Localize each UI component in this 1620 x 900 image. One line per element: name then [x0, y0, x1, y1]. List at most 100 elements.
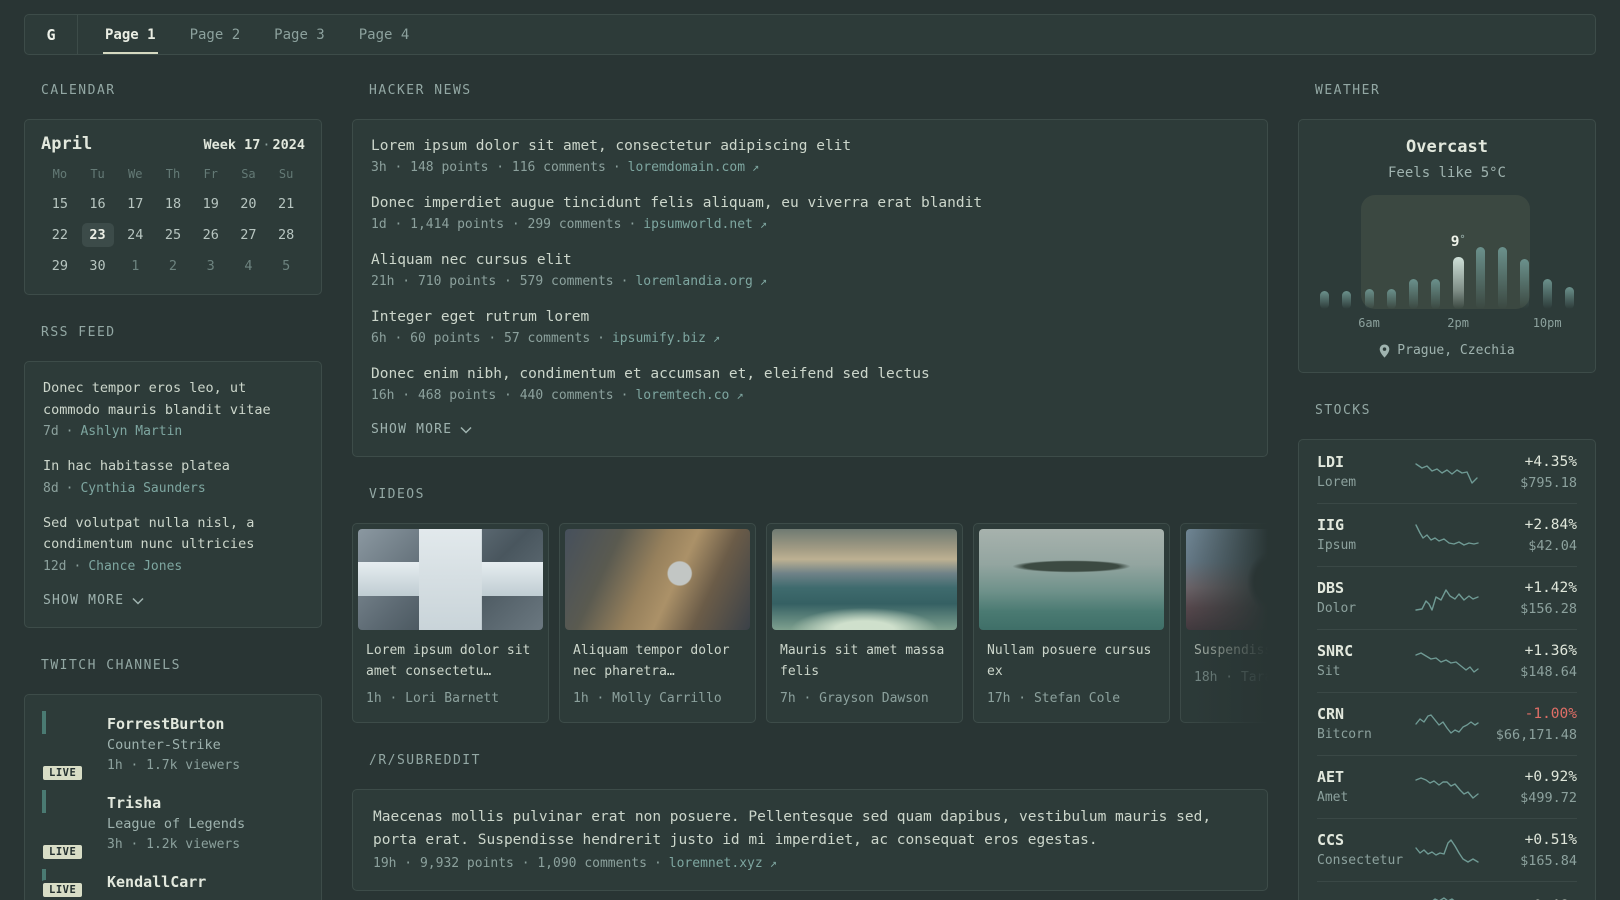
- stock-info: LDI Lorem: [1317, 451, 1413, 493]
- hackernews-item-domain-link[interactable]: loremlandia.org: [635, 271, 752, 292]
- stock-name: Consectetur: [1317, 853, 1404, 868]
- stock-change: +0.51%: [1524, 832, 1577, 848]
- tab-page-2[interactable]: Page 2: [173, 15, 258, 54]
- hackernews-item-domain-link[interactable]: loremdomain.com: [628, 157, 745, 178]
- video-thumbnail[interactable]: [1186, 529, 1268, 630]
- hackernews-item-title[interactable]: Aliquam nec cursus elit: [371, 250, 1249, 271]
- hackernews-item-title[interactable]: Integer eget rutrum lorem: [371, 307, 1249, 328]
- hackernews-show-more-button[interactable]: SHOW MORE: [371, 420, 1249, 440]
- hackernews-item-stats: 21h · 710 points · 579 comments: [371, 274, 614, 289]
- rss-item: In hac habitasse platea 8d · Cynthia Saunde…: [43, 456, 303, 499]
- weather-hour-label: 2pm: [1447, 316, 1469, 330]
- calendar-day: 3: [206, 258, 215, 274]
- stock-info: SNRC Sit: [1317, 640, 1413, 682]
- hackernews-item-meta: 3h · 148 points · 116 comments · loremdoma…: [371, 157, 1249, 178]
- twitch-channel-name[interactable]: ForrestBurton: [107, 713, 240, 735]
- stock-row[interactable]: AHS +0.46%: [1317, 881, 1577, 900]
- rss-item-source-link[interactable]: Ashlyn Martin: [80, 421, 182, 442]
- subreddit-item-domain-link[interactable]: loremnet.xyz: [669, 853, 763, 874]
- meta-dot: ·: [653, 856, 662, 871]
- video-thumbnail[interactable]: [565, 529, 750, 630]
- rss-item-source-link[interactable]: Chance Jones: [88, 556, 182, 577]
- stock-row[interactable]: SNRC Sit +1.36% $148.64: [1317, 629, 1577, 692]
- stock-values: +2.84% $42.04: [1481, 514, 1577, 556]
- weather-bar: [1364, 289, 1374, 309]
- stock-row[interactable]: CRN Bitcorn -1.00% $66,171.48: [1317, 692, 1577, 755]
- stock-info: AHS: [1317, 895, 1413, 900]
- tab-page-4[interactable]: Page 4: [342, 15, 427, 54]
- app-logo[interactable]: G: [25, 15, 77, 54]
- dashboard-columns: CALENDAR April Week 17 · 2024 Mo Tu We Th Fr Sa…: [24, 83, 1596, 900]
- stock-row[interactable]: LDI Lorem +4.35% $795.18: [1317, 441, 1577, 503]
- tab-page-1[interactable]: Page 1: [88, 15, 173, 54]
- stock-price: $42.04: [1528, 538, 1577, 554]
- rss-show-more-button[interactable]: SHOW MORE: [43, 591, 303, 611]
- calendar-day: 27: [240, 227, 257, 243]
- video-title[interactable]: Aliquam tempor dolor nec pharetra…: [573, 640, 742, 682]
- stock-row[interactable]: AET Amet +0.92% $499.72: [1317, 755, 1577, 818]
- header-divider: [77, 15, 78, 54]
- stock-info: DBS Dolor: [1317, 577, 1413, 619]
- calendar-day: 18: [164, 196, 182, 212]
- twitch-channel-name[interactable]: Trisha: [107, 792, 245, 814]
- twitch-channel-game: Counter-Strike: [107, 736, 221, 753]
- live-badge: LIVE: [40, 879, 86, 900]
- tab-page-3[interactable]: Page 3: [257, 15, 342, 54]
- twitch-channel-name[interactable]: KendallCarr: [107, 871, 206, 893]
- stock-symbol: DBS: [1317, 579, 1345, 597]
- video-title[interactable]: Mauris sit amet massa felis: [780, 640, 949, 682]
- rss-item-source-link[interactable]: Cynthia Saunders: [80, 478, 205, 499]
- video-title[interactable]: Suspendisse diam: [1194, 640, 1268, 661]
- rss-item-title[interactable]: In hac habitasse platea: [43, 456, 303, 478]
- calendar-day: 17: [127, 196, 144, 212]
- subreddit-item-title[interactable]: Maecenas mollis pulvinar erat non posuer…: [373, 806, 1247, 852]
- external-link-icon: ↗: [752, 160, 760, 174]
- hackernews-item-title[interactable]: Donec imperdiet augue tincidunt felis al…: [371, 193, 1249, 214]
- stock-row[interactable]: DBS Dolor +1.42% $156.28: [1317, 566, 1577, 629]
- stock-row[interactable]: IIG Ipsum +2.84% $42.04: [1317, 503, 1577, 566]
- weather-bar: [1342, 291, 1352, 309]
- hackernews-item-stats: 1d · 1,414 points · 299 comments: [371, 217, 622, 232]
- hackernews-item-meta: 21h · 710 points · 579 comments · loremlan…: [371, 271, 1249, 292]
- video-carousel: Lorem ipsum dolor sit amet consectetu… 1h…: [352, 523, 1268, 723]
- stock-sparkline: [1415, 839, 1479, 863]
- stock-values: +1.42% $156.28: [1481, 577, 1577, 619]
- stock-name: Dolor: [1317, 601, 1357, 616]
- stock-sparkline: [1415, 652, 1479, 673]
- video-thumbnail[interactable]: [979, 529, 1164, 630]
- weather-bar-current: [1452, 257, 1464, 309]
- hackernews-widget: HACKER NEWS Lorem ipsum dolor sit amet, …: [352, 83, 1268, 457]
- rss-item-title[interactable]: Sed volutpat nulla nisl, a condimentum n…: [43, 513, 303, 556]
- calendar-day: 19: [202, 196, 219, 212]
- video-thumbnail[interactable]: [772, 529, 957, 630]
- calendar-dot-separator: ·: [262, 137, 271, 153]
- rss-item-age: 8d: [43, 480, 59, 496]
- video-title[interactable]: Nullam posuere cursus ex: [987, 640, 1156, 682]
- twitch-avatar-wrap: LIVE: [40, 792, 91, 862]
- hackernews-item-title[interactable]: Donec enim nibh, condimentum et accumsan…: [371, 364, 1249, 385]
- hackernews-item-stats: 6h · 60 points · 57 comments: [371, 331, 591, 346]
- stock-price: $66,171.48: [1495, 727, 1577, 743]
- current-temp-value: 9: [1450, 234, 1460, 250]
- hackernews-item-domain-link[interactable]: ipsumworld.net: [643, 214, 753, 235]
- location-pin-icon: [1379, 343, 1390, 358]
- video-title[interactable]: Lorem ipsum dolor sit amet consectetu…: [366, 640, 535, 682]
- calendar-day: 21: [278, 196, 295, 212]
- live-badge: LIVE: [40, 762, 86, 783]
- rss-item-title[interactable]: Donec tempor eros leo, ut commodo mauris…: [43, 378, 303, 421]
- twitch-channel-meta: 3h · 1.2k viewers: [107, 836, 241, 852]
- stock-row[interactable]: CCS Consectetur +0.51% $165.84: [1317, 818, 1577, 881]
- stock-values: +0.51% $165.84: [1481, 829, 1577, 871]
- stock-change: +1.36%: [1524, 643, 1577, 659]
- calendar-weekday: Th: [165, 167, 181, 181]
- twitch-widget: TWITCH CHANNELS LIVE ForrestBurton Counter…: [24, 658, 322, 900]
- hackernews-item-domain-link[interactable]: ipsumify.biz: [612, 328, 706, 349]
- twitch-channel-info: KendallCarr: [107, 871, 206, 893]
- calendar-day: 22: [51, 227, 68, 243]
- calendar-day: 28: [278, 227, 295, 243]
- hackernews-item-title[interactable]: Lorem ipsum dolor sit amet, consectetur …: [371, 136, 1249, 157]
- meta-dot: ·: [65, 424, 74, 439]
- video-thumbnail[interactable]: [358, 529, 543, 630]
- videos-widget: VIDEOS Lorem ipsum dolor sit amet consec…: [352, 487, 1268, 723]
- hackernews-item-domain-link[interactable]: loremtech.co: [635, 385, 729, 406]
